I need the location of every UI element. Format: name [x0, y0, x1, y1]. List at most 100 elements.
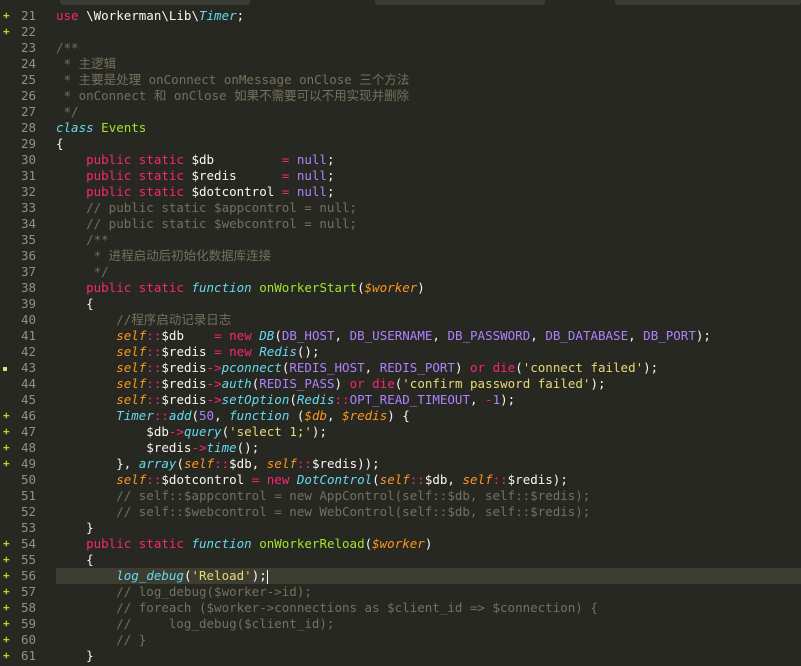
code-token: } [56, 648, 94, 663]
code-token: -> [206, 376, 222, 391]
code-line[interactable]: // self::$appcontrol = new AppControl(se… [56, 488, 801, 504]
code-token: $redis [161, 344, 215, 359]
code-line[interactable]: public static $db = null; [56, 152, 801, 168]
code-token: null [296, 168, 327, 183]
code-line[interactable]: /** [56, 232, 801, 248]
code-token: self [116, 376, 147, 391]
code-token: die [492, 360, 516, 375]
code-line[interactable]: public static $dotcontrol = null; [56, 184, 801, 200]
code-token: // public static $webcontrol = null; [56, 216, 358, 231]
code-token: ( [357, 280, 365, 295]
code-line[interactable]: { [56, 296, 801, 312]
editor-tab[interactable] [615, 0, 801, 5]
line-number-text: 26 [20, 88, 36, 103]
code-line[interactable]: * 进程启动后初始化数据库连接 [56, 248, 801, 264]
code-line[interactable]: // } [56, 632, 801, 648]
line-number: 52 [0, 504, 44, 520]
code-line[interactable]: // public static $webcontrol = null; [56, 216, 801, 232]
code-line[interactable]: self::$dotcontrol = new DotControl(self:… [56, 472, 801, 488]
code-line[interactable]: { [56, 136, 801, 152]
code-token: DB_DATABASE [545, 328, 629, 343]
line-number: 25 [0, 72, 44, 88]
code-token: time [206, 440, 237, 455]
code-line[interactable]: // self::$webcontrol = new WebControl(se… [56, 504, 801, 520]
code-line[interactable]: // log_debug($worker->id); [56, 584, 801, 600]
line-number: +48 [0, 440, 44, 456]
code-line[interactable]: log_debug('Reload'); [56, 568, 801, 584]
code-line[interactable]: self::$redis->pconnect (REDIS_HOST, REDIS… [56, 360, 801, 376]
code-token: ( [289, 392, 297, 407]
code-line[interactable] [56, 24, 801, 40]
code-line[interactable]: * 主要是处理 onConnect onMessage onClose 三个方法 [56, 72, 801, 88]
code-line[interactable]: public static function onWorkerReload($w… [56, 536, 801, 552]
code-line[interactable]: Timer::add(50, function ($db, $redis) { [56, 408, 801, 424]
editor-tab[interactable] [60, 0, 250, 5]
code-line[interactable]: // public static $appcontrol = null; [56, 200, 801, 216]
code-line[interactable]: } [56, 648, 801, 664]
code-token: ; [326, 184, 335, 199]
code-token: 'connect failed' [522, 360, 644, 375]
code-line[interactable]: self::$redis->auth(REDIS_PASS) or die('c… [56, 376, 801, 392]
code-line[interactable]: } [56, 520, 801, 536]
diff-added-icon: + [3, 585, 10, 598]
code-token: ( [515, 360, 523, 375]
code-line[interactable]: * onConnect 和 onClose 如果不需要可以不用实现并删除 [56, 88, 801, 104]
line-number: 43 [0, 360, 44, 376]
code-token: $redis [161, 376, 207, 391]
code-line[interactable]: use \Workerman\Lib\Timer; [56, 8, 801, 24]
code-line[interactable]: // foreach ($worker->connections as $cli… [56, 600, 801, 616]
text-cursor [266, 569, 268, 584]
code-line[interactable]: class Events [56, 120, 801, 136]
line-number: 51 [0, 488, 44, 504]
code-line[interactable]: // log_debug($client_id); [56, 616, 801, 632]
code-line[interactable]: self::$redis = new Redis(); [56, 344, 801, 360]
line-number-text: 28 [20, 120, 36, 135]
code-token: static [138, 280, 184, 295]
code-editor[interactable]: +21 +22 23 24 25 26 27 28 29 30 31 32 33 34 35 36 37 38 39… [0, 0, 801, 666]
line-number-text: 39 [20, 296, 36, 311]
code-line[interactable]: self::$redis->setOption(Redis::OPT_READ_… [56, 392, 801, 408]
line-number-text: 51 [20, 488, 36, 503]
line-number-text: 54 [20, 536, 36, 551]
code-line[interactable]: * 主逻辑 [56, 56, 801, 72]
code-token: ); [643, 360, 659, 375]
code-line[interactable]: //程序启动记录日志 [56, 312, 801, 328]
code-token: REDIS_PASS [259, 376, 335, 391]
diff-added-icon: + [3, 457, 10, 470]
editor-tab[interactable] [375, 0, 545, 5]
code-token: self [116, 472, 147, 487]
code-line[interactable]: }, array(self::$db, self::$redis)); [56, 456, 801, 472]
line-number: +49 [0, 456, 44, 472]
code-token: // } [56, 632, 147, 647]
line-number: +59 [0, 616, 44, 632]
code-line[interactable]: public static function onWorkerStart($wo… [56, 280, 801, 296]
code-line[interactable]: */ [56, 104, 801, 120]
code-token: 'Reload' [191, 568, 252, 583]
code-token: self [462, 472, 493, 487]
code-token: DB_HOST [281, 328, 335, 343]
code-area[interactable]: use \Workerman\Lib\Timer; /** * 主逻辑 * 主要… [56, 8, 801, 664]
code-line[interactable]: /** [56, 40, 801, 56]
code-line[interactable]: public static $redis = null; [56, 168, 801, 184]
code-token: { [56, 296, 94, 311]
code-line[interactable]: { [56, 552, 801, 568]
code-line[interactable]: $db->query('select 1;'); [56, 424, 801, 440]
code-token: $db [183, 152, 282, 167]
line-number: 34 [0, 216, 44, 232]
code-token: ); [251, 568, 267, 583]
code-token: , [628, 328, 644, 343]
code-token: // public static $appcontrol = null; [56, 200, 358, 215]
code-line[interactable]: self::$db = new DB(DB_HOST, DB_USERNAME,… [56, 328, 801, 344]
code-token: $redis)); [311, 456, 380, 471]
code-token: REDIS_HOST [289, 360, 365, 375]
line-number: 32 [0, 184, 44, 200]
code-token: ( [364, 536, 373, 551]
code-line[interactable]: */ [56, 264, 801, 280]
code-token: new [229, 328, 252, 343]
code-line[interactable]: $redis->time(); [56, 440, 801, 456]
